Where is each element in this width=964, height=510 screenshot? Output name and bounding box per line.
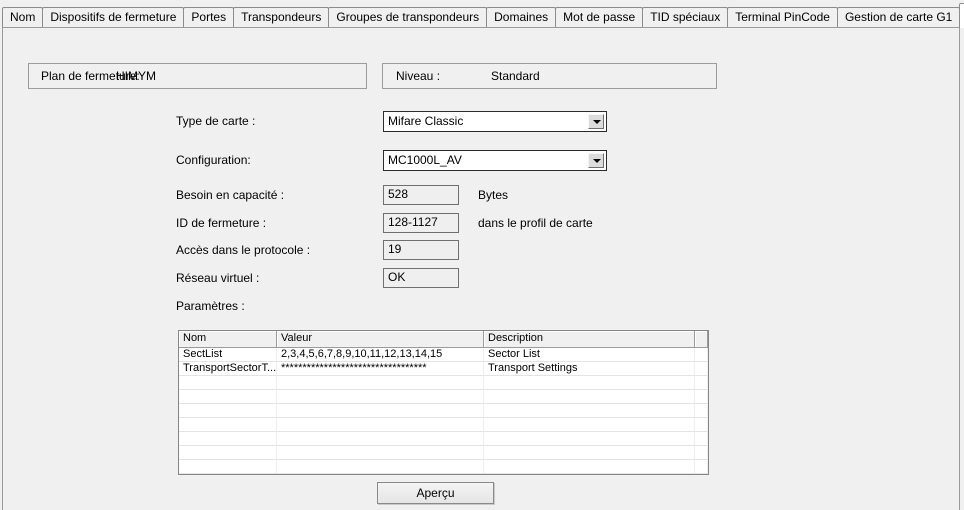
- parameters-table: NomValeurDescription SectList2,3,4,5,6,7…: [178, 330, 709, 475]
- table-cell: [277, 376, 484, 390]
- tab-dispositifs-de-fermeture[interactable]: Dispositifs de fermeture: [42, 7, 184, 27]
- parameters-table-header: NomValeurDescription: [179, 331, 708, 348]
- column-header-description[interactable]: Description: [484, 331, 695, 348]
- tab-bar: NomDispositifs de fermeturePortesTranspo…: [2, 3, 964, 28]
- configuration-selected-value: MC1000L_AV: [388, 152, 462, 169]
- table-cell: [484, 390, 695, 404]
- tab-transpondeurs[interactable]: Transpondeurs: [233, 7, 329, 27]
- column-header-empty: [695, 331, 708, 348]
- table-cell: [277, 418, 484, 432]
- table-cell: [179, 432, 277, 446]
- table-row[interactable]: TransportSectorT...*********************…: [179, 362, 708, 376]
- capacity-label: Besoin en capacité :: [176, 188, 284, 202]
- table-cell: **********************************: [277, 362, 484, 376]
- table-cell: SectList: [179, 348, 277, 362]
- tab-nom[interactable]: Nom: [2, 7, 43, 27]
- table-cell: [695, 376, 708, 390]
- tab-gestion-de-carte-g1[interactable]: Gestion de carte G1: [837, 7, 960, 27]
- locking-plan-value: HIMYM: [116, 64, 156, 88]
- card-management-g2-dialog: NomDispositifs de fermeturePortesTranspo…: [0, 0, 964, 510]
- capacity-field[interactable]: 528: [383, 185, 459, 205]
- parameters-label: Paramètres :: [176, 299, 245, 313]
- table-row-empty: [179, 376, 708, 390]
- table-cell: Sector List: [484, 348, 695, 362]
- configuration-label: Configuration:: [176, 153, 251, 167]
- table-cell: [695, 390, 708, 404]
- level-label: Niveau :: [396, 64, 440, 88]
- card-type-dropdown[interactable]: Mifare Classic: [383, 111, 607, 132]
- virtual-network-field[interactable]: OK: [383, 268, 459, 288]
- configuration-dropdown-button[interactable]: [588, 153, 604, 168]
- lock-id-suffix-label: dans le profil de carte: [478, 216, 593, 230]
- locking-plan-box: Plan de fermeture: HIMYM: [28, 63, 367, 89]
- tab-domaines[interactable]: Domaines: [486, 7, 556, 27]
- table-row-empty: [179, 390, 708, 404]
- protocol-access-field[interactable]: 19: [383, 240, 459, 260]
- table-cell: [484, 376, 695, 390]
- table-cell: [277, 446, 484, 460]
- table-cell: [695, 348, 708, 362]
- table-cell: [695, 404, 708, 418]
- table-cell: [484, 418, 695, 432]
- level-value: Standard: [491, 64, 540, 88]
- tab-terminal-pincode[interactable]: Terminal PinCode: [727, 7, 838, 27]
- lock-id-label: ID de fermeture :: [176, 216, 266, 230]
- column-header-valeur[interactable]: Valeur: [277, 331, 484, 348]
- table-cell: [179, 376, 277, 390]
- table-row-empty: [179, 404, 708, 418]
- dropdown-arrow-icon: [593, 159, 601, 163]
- table-cell: [695, 362, 708, 376]
- table-cell: [179, 418, 277, 432]
- table-cell: [484, 432, 695, 446]
- preview-button[interactable]: Aperçu: [377, 482, 494, 504]
- table-cell: [484, 460, 695, 474]
- table-cell: [179, 460, 277, 474]
- table-cell: Transport Settings: [484, 362, 695, 376]
- dropdown-arrow-icon: [593, 120, 601, 124]
- table-cell: [277, 390, 484, 404]
- table-cell: [179, 446, 277, 460]
- card-type-selected-value: Mifare Classic: [388, 113, 463, 130]
- table-cell: [277, 432, 484, 446]
- configuration-dropdown[interactable]: MC1000L_AV: [383, 150, 607, 171]
- table-row-empty: [179, 446, 708, 460]
- card-type-label: Type de carte :: [176, 114, 255, 128]
- table-cell: 2,3,4,5,6,7,8,9,10,11,12,13,14,15: [277, 348, 484, 362]
- tab-tid-speciaux[interactable]: TID spéciaux: [642, 7, 728, 27]
- table-cell: [484, 446, 695, 460]
- parameters-table-body: SectList2,3,4,5,6,7,8,9,10,11,12,13,14,1…: [179, 348, 708, 474]
- table-row-empty: [179, 432, 708, 446]
- lock-id-field[interactable]: 128-1127: [383, 213, 459, 233]
- tab-mot-de-passe[interactable]: Mot de passe: [555, 7, 643, 27]
- table-cell: [179, 404, 277, 418]
- tab-groupes-de-transpondeurs[interactable]: Groupes de transpondeurs: [328, 7, 487, 27]
- table-row[interactable]: SectList2,3,4,5,6,7,8,9,10,11,12,13,14,1…: [179, 348, 708, 362]
- table-cell: TransportSectorT...: [179, 362, 277, 376]
- table-cell: [179, 390, 277, 404]
- table-cell: [277, 460, 484, 474]
- table-row-empty: [179, 418, 708, 432]
- table-row-empty: [179, 460, 708, 474]
- protocol-access-label: Accès dans le protocole :: [176, 243, 310, 257]
- capacity-unit-label: Bytes: [478, 188, 508, 202]
- table-cell: [277, 404, 484, 418]
- virtual-network-label: Réseau virtuel :: [176, 271, 259, 285]
- table-cell: [695, 418, 708, 432]
- table-cell: [695, 460, 708, 474]
- tab-gestion-des-cartes-g2[interactable]: Gestion des cartes G2: [959, 3, 964, 28]
- table-cell: [695, 432, 708, 446]
- table-cell: [695, 446, 708, 460]
- card-type-dropdown-button[interactable]: [588, 114, 604, 129]
- level-box: Niveau : Standard: [382, 63, 717, 89]
- table-cell: [484, 404, 695, 418]
- column-header-nom[interactable]: Nom: [179, 331, 277, 348]
- tab-portes[interactable]: Portes: [183, 7, 234, 27]
